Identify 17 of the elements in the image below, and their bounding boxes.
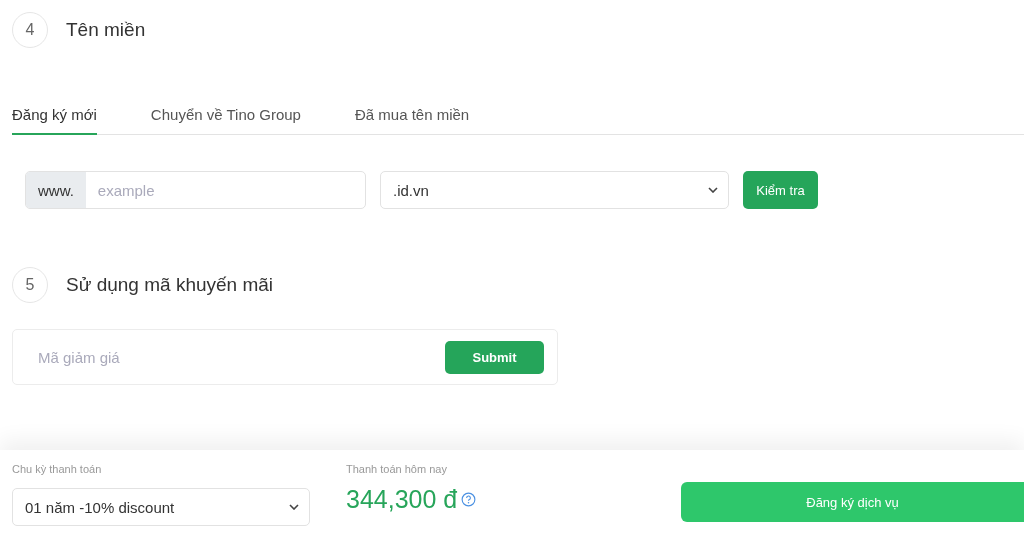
tab[interactable]: Chuyển về Tino Group [150, 106, 301, 135]
cycle-label: Chu kỳ thanh toán [12, 463, 103, 475]
section-title: Tên miền [66, 19, 146, 41]
chevron-down-icon [289, 504, 299, 510]
domain-input-group[interactable]: www. example [25, 171, 366, 209]
today-label: Thanh toán hôm nay [346, 463, 448, 475]
tab[interactable]: Đăng ký mới [12, 106, 97, 135]
domain-field[interactable]: example [85, 172, 365, 208]
section-title: Sử dụng mã khuyến mãi [66, 274, 274, 296]
billing-cycle-select[interactable]: 01 năm -10% discount [12, 488, 310, 526]
tab[interactable]: Đã mua tên miền [354, 106, 470, 135]
help-icon[interactable] [461, 492, 477, 507]
prefix-label: www. [26, 172, 86, 208]
extension-select[interactable]: .id.vn [380, 171, 729, 209]
promo-code-field[interactable]: Mã giảm giá [26, 348, 445, 366]
total-price: 344,300 đ [346, 485, 458, 514]
chevron-down-icon [708, 187, 718, 193]
